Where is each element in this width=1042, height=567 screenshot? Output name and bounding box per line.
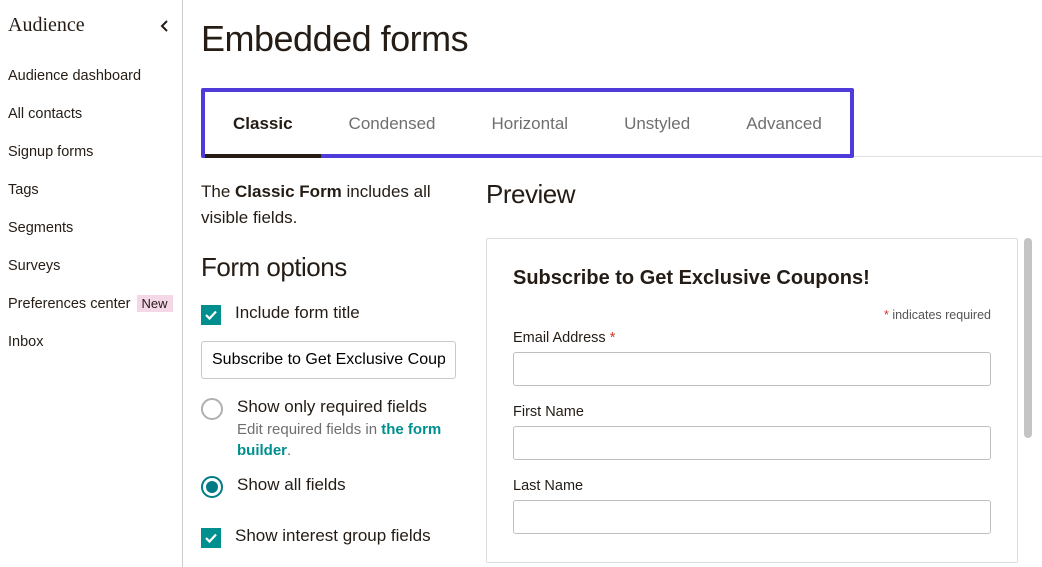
preview-heading: Preview (486, 179, 1032, 210)
checkbox-checked-icon[interactable] (201, 528, 221, 548)
scrollbar-thumb[interactable] (1024, 238, 1032, 438)
tab-label: Condensed (349, 114, 436, 133)
field-label-email: Email Address * (513, 330, 991, 346)
first-name-field[interactable] (513, 426, 991, 460)
new-badge: New (137, 295, 173, 312)
sidebar-item-label: Tags (8, 182, 39, 198)
tab-label: Horizontal (492, 114, 569, 133)
form-title-input[interactable] (201, 341, 456, 379)
form-description: The Classic Form includes all visible fi… (201, 179, 456, 230)
sidebar-title: Audience (8, 14, 85, 37)
tab-condensed[interactable]: Condensed (321, 92, 464, 154)
main-content: Embedded forms Classic Condensed Horizon… (183, 0, 1042, 567)
sidebar-item-surveys[interactable]: Surveys (8, 247, 182, 285)
sidebar-item-audience-dashboard[interactable]: Audience dashboard (8, 57, 182, 95)
tab-label: Advanced (746, 114, 822, 133)
option-show-interest-groups[interactable]: Show interest group fields (201, 526, 456, 548)
email-field[interactable] (513, 352, 991, 386)
last-name-field[interactable] (513, 500, 991, 534)
option-label: Show all fields (237, 475, 346, 495)
tab-label: Classic (233, 114, 293, 133)
form-options-heading: Form options (201, 252, 456, 283)
chevron-left-icon[interactable] (160, 19, 170, 33)
sidebar-item-segments[interactable]: Segments (8, 209, 182, 247)
page-title: Embedded forms (201, 18, 1042, 60)
sidebar-item-label: Audience dashboard (8, 68, 141, 84)
required-indicator-note: * indicates required (513, 308, 991, 322)
sidebar-item-label: Surveys (8, 258, 60, 274)
form-options-column: The Classic Form includes all visible fi… (201, 179, 456, 563)
field-label-last-name: Last Name (513, 478, 991, 494)
sidebar-item-tags[interactable]: Tags (8, 171, 182, 209)
preview-column: Preview Subscribe to Get Exclusive Coupo… (486, 179, 1042, 563)
preview-form-title: Subscribe to Get Exclusive Coupons! (513, 267, 991, 290)
sidebar-item-preferences-center[interactable]: Preferences center New (8, 285, 182, 323)
radio-checked-icon[interactable] (201, 476, 223, 498)
option-label: Include form title (235, 303, 360, 323)
sidebar-item-inbox[interactable]: Inbox (8, 323, 182, 361)
sidebar-item-label: Inbox (8, 334, 43, 350)
option-label: Show interest group fields (235, 526, 431, 546)
checkbox-checked-icon[interactable] (201, 305, 221, 325)
option-hint: Edit required fields in the form builder… (237, 419, 456, 461)
tab-horizontal[interactable]: Horizontal (464, 92, 597, 154)
tabs-highlight-box: Classic Condensed Horizontal Unstyled Ad… (201, 88, 854, 158)
option-show-only-required[interactable]: Show only required fields Edit required … (201, 397, 456, 461)
sidebar-item-label: Segments (8, 220, 73, 236)
field-label-first-name: First Name (513, 404, 991, 420)
sidebar-item-all-contacts[interactable]: All contacts (8, 95, 182, 133)
sidebar-item-label: Preferences center (8, 296, 131, 312)
sidebar-header: Audience (8, 10, 182, 57)
sidebar: Audience Audience dashboard All contacts… (0, 0, 183, 567)
sidebar-item-label: All contacts (8, 106, 82, 122)
tab-advanced[interactable]: Advanced (718, 92, 850, 154)
option-show-all-fields[interactable]: Show all fields (201, 475, 456, 498)
sidebar-item-signup-forms[interactable]: Signup forms (8, 133, 182, 171)
option-label: Show only required fields (237, 397, 456, 417)
option-include-form-title[interactable]: Include form title (201, 303, 456, 325)
sidebar-item-label: Signup forms (8, 144, 93, 160)
tab-classic[interactable]: Classic (205, 92, 321, 154)
tab-label: Unstyled (624, 114, 690, 133)
preview-box: Subscribe to Get Exclusive Coupons! * in… (486, 238, 1018, 563)
radio-unchecked-icon[interactable] (201, 398, 223, 420)
tab-unstyled[interactable]: Unstyled (596, 92, 718, 154)
preview-scrollbar[interactable] (1024, 238, 1032, 563)
